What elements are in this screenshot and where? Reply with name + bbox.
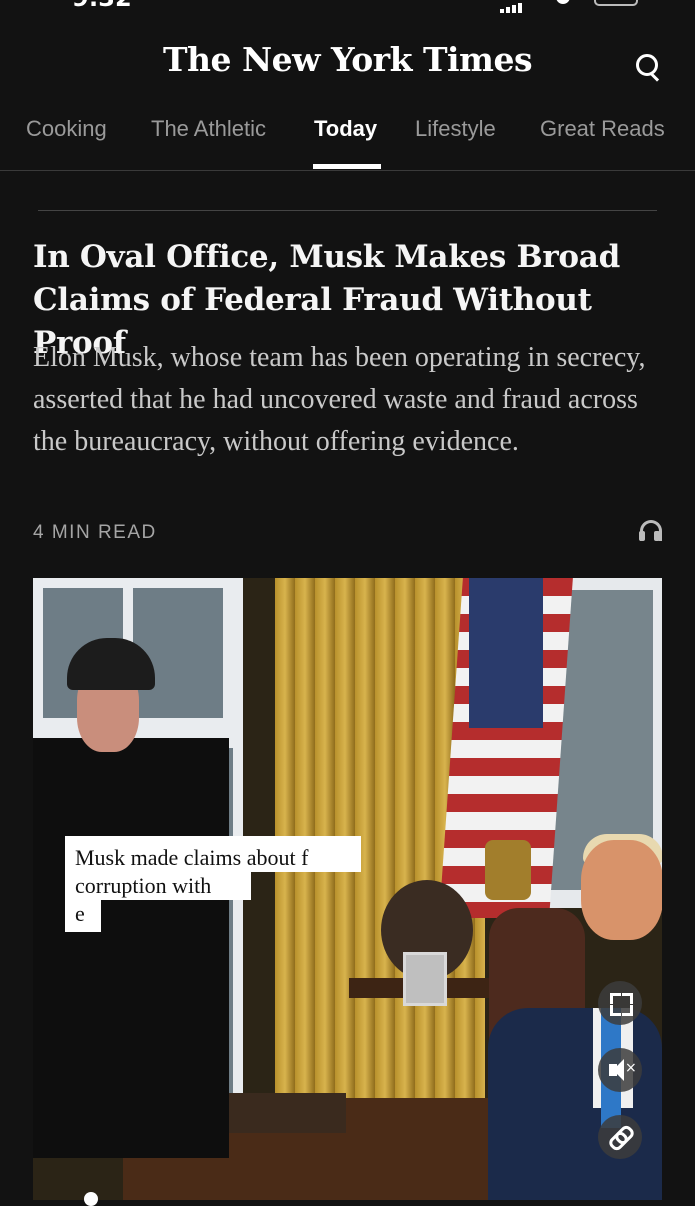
section-tabs: Cooking The Athletic Today Lifestyle Gre… xyxy=(0,104,695,171)
person-left xyxy=(33,738,229,1158)
video-caption: Musk made claims about f corruption with… xyxy=(65,836,361,932)
search-icon[interactable] xyxy=(634,52,664,82)
link-icon[interactable] xyxy=(598,1115,642,1159)
status-bar: 9:32 xyxy=(0,0,695,14)
tab-great-reads[interactable]: Great Reads xyxy=(540,116,665,142)
flag-pole-ornament xyxy=(485,840,531,900)
person-right-head xyxy=(581,840,662,940)
article-summary[interactable]: Elon Musk, whose team has been operating… xyxy=(33,337,663,463)
photo-frame xyxy=(403,952,447,1006)
tab-cooking[interactable]: Cooking xyxy=(26,116,107,142)
caption-line: e xyxy=(65,900,101,932)
read-time: 4 MIN READ xyxy=(33,522,157,543)
tab-the-athletic[interactable]: The Athletic xyxy=(151,116,266,142)
caption-line: Musk made claims about f xyxy=(65,836,361,872)
fullscreen-icon[interactable] xyxy=(598,981,642,1025)
caption-line: corruption with xyxy=(65,872,251,900)
headphones-icon[interactable] xyxy=(638,520,662,542)
signal-icon xyxy=(500,0,526,13)
video-progress-handle[interactable] xyxy=(84,1192,98,1206)
desk-box xyxy=(216,1093,346,1133)
article-video[interactable]: Musk made claims about f corruption with… xyxy=(33,578,662,1200)
divider xyxy=(38,210,657,211)
flag-canton xyxy=(469,578,543,728)
mute-icon[interactable]: × xyxy=(598,1048,642,1092)
battery-icon xyxy=(594,0,638,6)
status-time: 9:32 xyxy=(72,0,132,12)
masthead: The New York Times xyxy=(0,36,695,86)
wifi-icon xyxy=(556,0,570,4)
tab-today[interactable]: Today xyxy=(314,116,377,142)
active-tab-indicator xyxy=(313,164,381,169)
tab-lifestyle[interactable]: Lifestyle xyxy=(415,116,496,142)
person-right xyxy=(488,1008,662,1200)
nyt-logo[interactable]: The New York Times xyxy=(0,40,695,79)
